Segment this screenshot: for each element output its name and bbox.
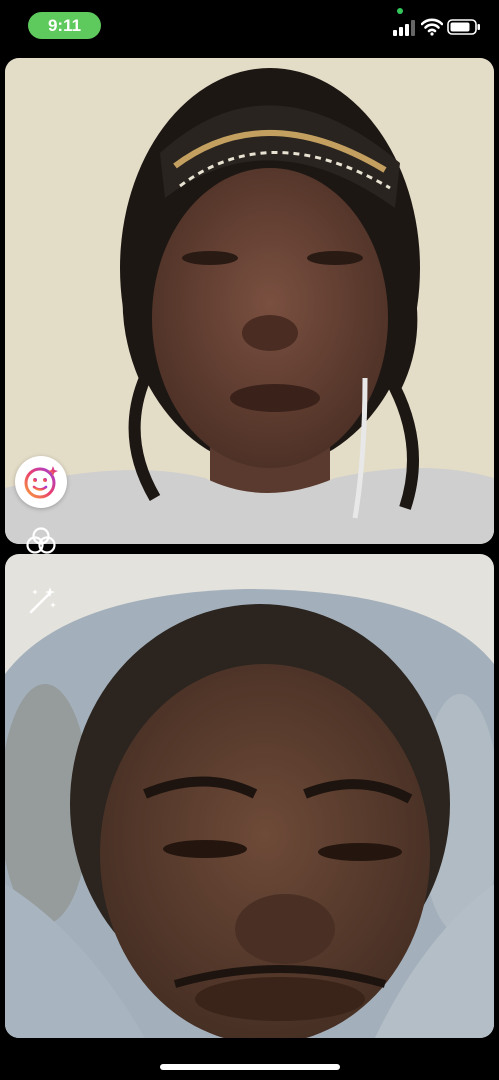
camera-in-use-indicator — [397, 8, 403, 14]
battery-icon — [447, 19, 480, 35]
remote-participant-video[interactable] — [5, 58, 494, 544]
remote-video-frame — [5, 58, 494, 544]
self-video-frame — [5, 554, 494, 1038]
effects-face-icon — [24, 466, 58, 499]
home-indicator[interactable] — [160, 1064, 340, 1070]
signal-bars-icon — [393, 20, 415, 36]
self-camera-video[interactable] — [5, 554, 494, 1038]
filters-button[interactable] — [24, 526, 58, 556]
effects-button[interactable] — [15, 456, 67, 508]
wifi-icon — [421, 18, 443, 36]
status-bar: 9:11 — [0, 0, 499, 52]
magic-wand-icon — [29, 587, 56, 614]
filters-circles-icon — [26, 527, 56, 554]
status-time: 9:11 — [28, 12, 101, 39]
magic-wand-button[interactable] — [26, 585, 58, 617]
